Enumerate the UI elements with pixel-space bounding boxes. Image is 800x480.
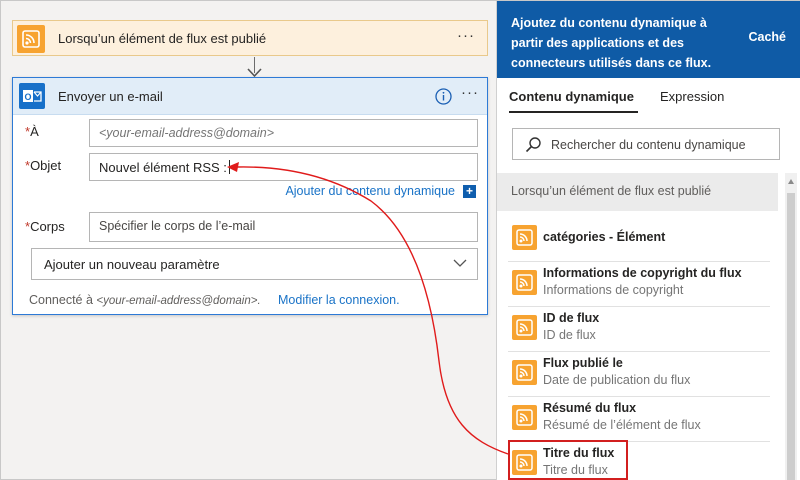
list-item[interactable]: catégories - Élément (508, 217, 770, 261)
active-tab-indicator (509, 111, 638, 113)
add-parameter-dropdown[interactable]: Ajouter un nouveau paramètre (31, 248, 478, 280)
group-header: Lorsqu’un élément de flux est publié (497, 173, 778, 211)
add-dynamic-content-link[interactable]: Ajouter du contenu dynamique (285, 184, 455, 198)
change-connection-link[interactable]: Modifier la connexion. (278, 293, 400, 307)
list-item[interactable]: Flux publié le Date de publication du fl… (508, 352, 770, 396)
more-options-icon[interactable]: ··· (457, 27, 475, 44)
send-email-card: O Envoyer un e-mail ··· *À <your-email-a… (12, 77, 488, 315)
item-subtitle: Résumé de l’élément de flux (543, 418, 701, 432)
trigger-card[interactable]: Lorsqu’un élément de flux est publié ··· (12, 20, 488, 56)
text-caret (228, 160, 230, 174)
plus-icon[interactable]: + (463, 185, 476, 198)
to-label: *À (25, 124, 39, 139)
tab-expression[interactable]: Expression (660, 89, 724, 104)
dynamic-content-list: Lorsqu’un élément de flux est publié cat… (497, 173, 778, 480)
item-title: ID de flux (543, 311, 600, 325)
item-title: Informations de copyright du flux (543, 266, 742, 280)
item-subtitle: ID de flux (543, 328, 596, 342)
item-title: Flux publié le (543, 356, 623, 370)
outlook-icon: O (19, 83, 45, 109)
search-input[interactable]: Rechercher du contenu dynamique (551, 138, 746, 152)
dynamic-content-panel: Ajoutez du contenu dynamique à partir de… (496, 1, 800, 480)
banner-text: Ajoutez du contenu dynamique à partir de… (511, 16, 712, 70)
rss-icon (512, 405, 537, 430)
trigger-title: Lorsqu’un élément de flux est publié (58, 31, 267, 46)
add-parameter-label: Ajouter un nouveau paramètre (44, 257, 220, 272)
svg-text:O: O (24, 92, 31, 102)
highlight-box (508, 440, 628, 480)
chevron-down-icon (453, 259, 467, 267)
panel-banner: Ajoutez du contenu dynamique à partir de… (497, 1, 800, 78)
search-icon (525, 137, 541, 153)
rss-icon (512, 225, 537, 250)
connection-status: Connecté à <your-email-address@domain>. (29, 293, 261, 307)
rss-icon (512, 270, 537, 295)
list-item[interactable]: ID de flux ID de flux (508, 307, 770, 351)
dynamic-content-search[interactable]: Rechercher du contenu dynamique (512, 128, 780, 160)
email-card-title: Envoyer un e-mail (58, 89, 163, 104)
tab-dynamic-content[interactable]: Contenu dynamique (509, 89, 634, 104)
hide-panel-button[interactable]: Caché (748, 30, 786, 44)
list-item[interactable]: Résumé du flux Résumé de l’élément de fl… (508, 397, 770, 441)
subject-value: Nouvel élément RSS : (99, 160, 227, 175)
more-options-icon[interactable]: ··· (461, 84, 479, 101)
item-title: Résumé du flux (543, 401, 637, 415)
to-field[interactable]: <your-email-address@domain> (89, 119, 478, 147)
email-card-header[interactable]: O Envoyer un e-mail ··· (13, 78, 487, 115)
list-item[interactable]: Informations de copyright du flux Inform… (508, 262, 770, 306)
subject-label: *Objet (25, 158, 62, 173)
rss-icon (17, 25, 45, 53)
body-label: *Corps (25, 219, 65, 234)
scroll-up-icon[interactable] (787, 178, 795, 186)
rss-icon (512, 315, 537, 340)
item-title: catégories - Élément (543, 230, 666, 244)
subject-field[interactable]: Nouvel élément RSS : (89, 153, 478, 181)
rss-icon (512, 360, 537, 385)
body-field[interactable]: Spécifier le corps de l’e-mail (89, 212, 478, 242)
item-subtitle: Informations de copyright (543, 283, 684, 297)
info-icon[interactable] (435, 88, 452, 105)
item-subtitle: Date de publication du flux (543, 373, 691, 387)
panel-scrollbar[interactable] (785, 173, 797, 480)
scrollbar-thumb[interactable] (787, 193, 795, 480)
